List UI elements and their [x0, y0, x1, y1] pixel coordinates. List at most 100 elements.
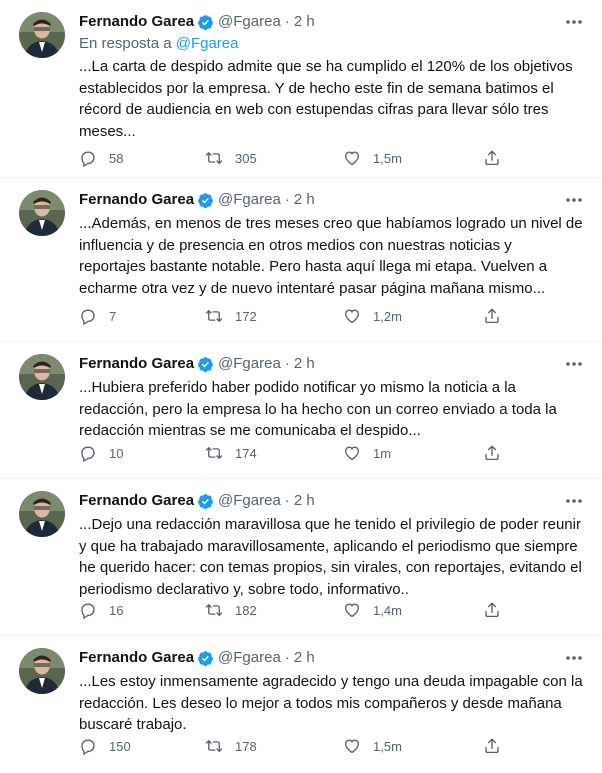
reply-icon — [81, 309, 95, 325]
share-icon — [485, 150, 499, 166]
retweet-icon — [205, 740, 223, 752]
tweet-header: Fernando Garea @Fgarea · 2 h — [79, 648, 315, 668]
like-count: 1,5m — [373, 738, 402, 754]
tweet-2[interactable]: Fernando Garea @Fgarea · 2 h ...Además, … — [0, 178, 602, 342]
like-icon — [344, 603, 360, 618]
more-icon[interactable] — [564, 650, 584, 666]
tweet-3[interactable]: Fernando Garea @Fgarea · 2 h ...Hubiera … — [0, 342, 602, 479]
like-count: 1,2m — [373, 308, 402, 324]
like-count: 1m — [373, 445, 392, 461]
share-icon — [485, 738, 499, 754]
share-icon — [485, 308, 499, 324]
reply-count: 7 — [109, 308, 117, 324]
separator-dot: · — [284, 492, 290, 509]
timestamp[interactable]: 2 h — [294, 648, 315, 668]
reply-handle-link[interactable]: @Fgarea — [176, 35, 239, 52]
more-icon[interactable] — [564, 493, 584, 509]
reply-count: 10 — [109, 445, 124, 461]
author-handle[interactable]: @Fgarea — [218, 190, 281, 210]
retweet-count: 172 — [235, 308, 257, 324]
retweet-button[interactable]: 172 — [205, 307, 257, 325]
share-button[interactable] — [483, 307, 501, 325]
author-handle[interactable]: @Fgarea — [218, 12, 281, 32]
like-button[interactable]: 1,4m — [343, 601, 402, 619]
separator-dot: · — [284, 355, 290, 372]
like-button[interactable]: 1,2m — [343, 307, 402, 325]
share-button[interactable] — [483, 444, 501, 462]
tweet-actions: 150 178 1,5m — [79, 737, 509, 757]
share-button[interactable] — [483, 737, 501, 755]
tweet-header: Fernando Garea @Fgarea · 2 h — [79, 190, 315, 210]
reply-context: En resposta a @Fgarea — [79, 34, 239, 54]
share-icon — [485, 602, 499, 618]
author-name[interactable]: Fernando Garea — [79, 12, 194, 32]
verified-badge-icon — [198, 493, 213, 509]
reply-icon — [81, 603, 95, 619]
retweet-button[interactable]: 178 — [205, 737, 257, 755]
verified-badge-icon — [198, 356, 213, 372]
retweet-icon — [205, 310, 223, 322]
timestamp[interactable]: 2 h — [294, 190, 315, 210]
verified-badge-icon — [198, 14, 213, 30]
author-name[interactable]: Fernando Garea — [79, 354, 194, 374]
tweet-actions: 16 182 1,4m — [79, 601, 509, 621]
like-button[interactable]: 1m — [343, 444, 391, 462]
more-icon[interactable] — [564, 192, 584, 208]
timestamp[interactable]: 2 h — [294, 491, 315, 511]
like-count: 1,5m — [373, 150, 402, 166]
avatar[interactable] — [19, 491, 65, 537]
tweet-text: ...La carta de despido admite que se ha … — [79, 58, 573, 140]
retweet-button[interactable]: 305 — [205, 149, 257, 167]
share-icon — [485, 445, 499, 461]
more-icon[interactable] — [564, 356, 584, 372]
like-button[interactable]: 1,5m — [343, 149, 402, 167]
retweet-icon — [205, 152, 223, 164]
separator-dot: · — [284, 13, 290, 30]
retweet-icon — [205, 604, 223, 616]
reply-button[interactable]: 7 — [79, 307, 116, 325]
reply-count: 58 — [109, 150, 124, 166]
author-name[interactable]: Fernando Garea — [79, 491, 194, 511]
retweet-icon — [205, 447, 223, 459]
tweet-header: Fernando Garea @Fgarea · 2 h — [79, 491, 315, 511]
timestamp[interactable]: 2 h — [294, 354, 315, 374]
tweet-text: ...Dejo una redacción maravillosa que he… — [79, 516, 582, 598]
author-handle[interactable]: @Fgarea — [218, 491, 281, 511]
author-handle[interactable]: @Fgarea — [218, 354, 281, 374]
tweet-1[interactable]: Fernando Garea @Fgarea · 2 h En resposta… — [0, 0, 602, 178]
retweet-button[interactable]: 182 — [205, 601, 257, 619]
reply-count: 16 — [109, 602, 124, 618]
tweet-actions: 10 174 1m — [79, 444, 509, 464]
like-count: 1,4m — [373, 602, 402, 618]
avatar[interactable] — [19, 648, 65, 694]
like-icon — [344, 739, 360, 754]
like-icon — [344, 309, 360, 324]
timestamp[interactable]: 2 h — [294, 12, 315, 32]
retweet-button[interactable]: 174 — [205, 444, 257, 462]
reply-icon — [81, 151, 95, 167]
separator-dot: · — [284, 649, 290, 666]
reply-icon — [81, 739, 95, 755]
tweet-5[interactable]: Fernando Garea @Fgarea · 2 h ...Les esto… — [0, 636, 602, 773]
share-button[interactable] — [483, 601, 501, 619]
like-icon — [344, 151, 360, 166]
share-button[interactable] — [483, 149, 501, 167]
tweet-actions: 58 305 1,5m — [79, 149, 509, 169]
author-name[interactable]: Fernando Garea — [79, 648, 194, 668]
reply-button[interactable]: 150 — [79, 737, 131, 755]
author-handle[interactable]: @Fgarea — [218, 648, 281, 668]
avatar[interactable] — [19, 12, 65, 58]
more-icon[interactable] — [564, 14, 584, 30]
tweet-text: ...Además, en menos de tres meses creo q… — [79, 215, 583, 297]
like-button[interactable]: 1,5m — [343, 737, 402, 755]
tweet-4[interactable]: Fernando Garea @Fgarea · 2 h ...Dejo una… — [0, 479, 602, 636]
author-name[interactable]: Fernando Garea — [79, 190, 194, 210]
avatar[interactable] — [19, 190, 65, 236]
reply-button[interactable]: 16 — [79, 601, 123, 619]
reply-button[interactable]: 10 — [79, 444, 123, 462]
tweet-text: ...Les estoy inmensamente agradecido y t… — [79, 673, 583, 733]
avatar[interactable] — [19, 354, 65, 400]
tweet-actions: 7 172 1,2m — [79, 307, 509, 327]
reply-button[interactable]: 58 — [79, 149, 123, 167]
reply-prefix: En resposta a — [79, 35, 176, 52]
